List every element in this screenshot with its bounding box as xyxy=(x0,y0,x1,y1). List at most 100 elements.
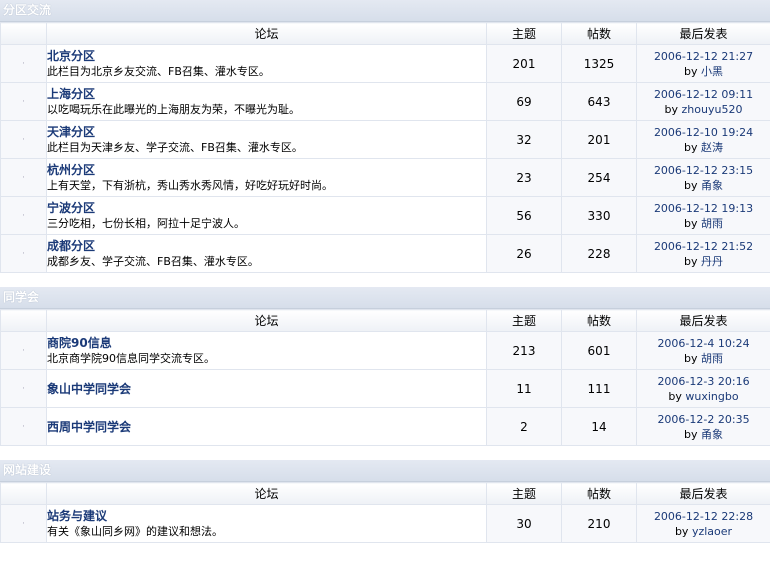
forum-description: 三分吃相，七份长相，阿拉十足宁波人。 xyxy=(47,217,245,230)
author-link[interactable]: yzlaoer xyxy=(692,525,732,538)
forum-status-icon: · xyxy=(0,82,47,121)
post-count: 228 xyxy=(561,234,637,273)
last-post-cell: 2006-12-12 09:11 by zhouyu520 xyxy=(636,82,770,121)
header-posts: 帖数 xyxy=(561,309,637,332)
forum-description: 上有天堂，下有浙杭，秀山秀水秀风情，好吃好玩好时尚。 xyxy=(47,179,333,192)
forum-name-link[interactable]: 站务与建议 xyxy=(47,508,486,524)
author-link[interactable]: 胡雨 xyxy=(701,217,723,230)
author-link[interactable]: 胡雨 xyxy=(701,352,723,365)
forum-row: · 天津分区 此栏目为天津乡友、学子交流、FB召集、灌水专区。 32 201 2006-1… xyxy=(0,120,770,159)
forum-section: 网站建设论坛 主题 帖数 最后发表 · 站务与建议 有关《象山同乡网》的建议和想法。 30 21… xyxy=(0,460,770,543)
forum-cell: 成都分区 成都乡友、学子交流、FB召集、灌水专区。 xyxy=(46,234,487,273)
forum-row: · 西周中学同学会 2 14 2006-12-2 20:35 by 甬象 xyxy=(0,407,770,446)
header-posts: 帖数 xyxy=(561,482,637,505)
section-title[interactable]: 同学会 xyxy=(3,290,39,304)
forum-cell: 上海分区 以吃喝玩乐在此曝光的上海朋友为荣，不曝光为耻。 xyxy=(46,82,487,121)
table-header-row: 论坛 主题 帖数 最后发表 xyxy=(0,482,770,505)
last-post-author: by 胡雨 xyxy=(637,351,770,366)
forum-table: 论坛 主题 帖数 最后发表 · 站务与建议 有关《象山同乡网》的建议和想法。 30 210 200… xyxy=(0,482,770,543)
last-post-cell: 2006-12-12 22:28 by yzlaoer xyxy=(636,504,770,543)
forum-row: · 宁波分区 三分吃相，七份长相，阿拉十足宁波人。 56 330 2006-12-12 1… xyxy=(0,196,770,235)
section-title[interactable]: 网站建设 xyxy=(3,463,51,477)
header-forum: 论坛 xyxy=(46,482,487,505)
last-post-date-link[interactable]: 2006-12-12 19:13 xyxy=(637,201,770,216)
forum-name-link[interactable]: 杭州分区 xyxy=(47,162,486,178)
forum-description: 以吃喝玩乐在此曝光的上海朋友为荣，不曝光为耻。 xyxy=(47,103,300,116)
section-title-bar[interactable]: 同学会 xyxy=(0,287,770,309)
last-post-date-link[interactable]: 2006-12-12 21:52 xyxy=(637,239,770,254)
last-post-date-link[interactable]: 2006-12-12 21:27 xyxy=(637,49,770,64)
author-link[interactable]: 小黑 xyxy=(701,65,723,78)
forum-description: 北京商学院90信息同学交流专区。 xyxy=(47,352,215,365)
last-post-author: by 胡雨 xyxy=(637,216,770,231)
header-icon-cell xyxy=(0,22,47,45)
forum-status-icon: · xyxy=(0,234,47,273)
last-post-author: by 甬象 xyxy=(637,178,770,193)
header-last-post: 最后发表 xyxy=(636,482,770,505)
section-title-bar[interactable]: 分区交流 xyxy=(0,0,770,22)
last-post-date-link[interactable]: 2006-12-12 09:11 xyxy=(637,87,770,102)
table-header-row: 论坛 主题 帖数 最后发表 xyxy=(0,22,770,45)
author-link[interactable]: 赵涛 xyxy=(701,141,723,154)
forum-name-link[interactable]: 宁波分区 xyxy=(47,200,486,216)
topic-count: 213 xyxy=(486,331,562,370)
section-title-bar[interactable]: 网站建设 xyxy=(0,460,770,482)
header-posts: 帖数 xyxy=(561,22,637,45)
forum-cell: 北京分区 此栏目为北京乡友交流、FB召集、灌水专区。 xyxy=(46,44,487,83)
forum-cell: 天津分区 此栏目为天津乡友、学子交流、FB召集、灌水专区。 xyxy=(46,120,487,159)
last-post-author: by zhouyu520 xyxy=(637,102,770,117)
by-prefix: by xyxy=(684,254,701,268)
post-count: 643 xyxy=(561,82,637,121)
by-prefix: by xyxy=(684,64,701,78)
forum-name-link[interactable]: 成都分区 xyxy=(47,238,486,254)
forum-name-link[interactable]: 上海分区 xyxy=(47,86,486,102)
forum-name-link[interactable]: 商院90信息 xyxy=(47,335,486,351)
forum-name-link[interactable]: 天津分区 xyxy=(47,124,486,140)
forum-name-link[interactable]: 西周中学同学会 xyxy=(47,419,486,435)
last-post-cell: 2006-12-12 19:13 by 胡雨 xyxy=(636,196,770,235)
author-link[interactable]: 甬象 xyxy=(701,179,723,192)
topic-count: 69 xyxy=(486,82,562,121)
author-link[interactable]: zhouyu520 xyxy=(682,103,743,116)
section-title[interactable]: 分区交流 xyxy=(3,3,51,17)
forum-status-icon: · xyxy=(0,158,47,197)
header-last-post: 最后发表 xyxy=(636,309,770,332)
forum-status-icon: · xyxy=(0,504,47,543)
forum-section: 分区交流 论坛 主题 帖数 最后发表 · 北京分区 此栏目为北京乡友交流、FB召集、灌水专区。… xyxy=(0,0,770,273)
last-post-date-link[interactable]: 2006-12-12 22:28 xyxy=(637,509,770,524)
last-post-date-link[interactable]: 2006-12-3 20:16 xyxy=(637,374,770,389)
author-link[interactable]: 丹丹 xyxy=(701,255,723,268)
last-post-author: by 丹丹 xyxy=(637,254,770,269)
last-post-cell: 2006-12-3 20:16 by wuxingbo xyxy=(636,369,770,408)
forum-row: · 象山中学同学会 11 111 2006-12-3 20:16 by wuxingbo xyxy=(0,369,770,408)
header-icon-cell xyxy=(0,482,47,505)
last-post-cell: 2006-12-2 20:35 by 甬象 xyxy=(636,407,770,446)
forum-row: · 成都分区 成都乡友、学子交流、FB召集、灌水专区。 26 228 2006-12-12… xyxy=(0,234,770,273)
topic-count: 201 xyxy=(486,44,562,83)
table-header-row: 论坛 主题 帖数 最后发表 xyxy=(0,309,770,332)
forum-index: 分区交流 论坛 主题 帖数 最后发表 · 北京分区 此栏目为北京乡友交流、FB召集、灌水专区。… xyxy=(0,0,770,543)
forum-row: · 站务与建议 有关《象山同乡网》的建议和想法。 30 210 2006-12-12 22… xyxy=(0,504,770,543)
topic-count: 2 xyxy=(486,407,562,446)
author-link[interactable]: 甬象 xyxy=(701,428,723,441)
last-post-author: by 甬象 xyxy=(637,427,770,442)
post-count: 14 xyxy=(561,407,637,446)
forum-table: 论坛 主题 帖数 最后发表 · 北京分区 此栏目为北京乡友交流、FB召集、灌水专区。 201 1… xyxy=(0,22,770,273)
last-post-date-link[interactable]: 2006-12-10 19:24 xyxy=(637,125,770,140)
forum-description: 有关《象山同乡网》的建议和想法。 xyxy=(47,525,223,538)
post-count: 601 xyxy=(561,331,637,370)
post-count: 330 xyxy=(561,196,637,235)
forum-row: · 商院90信息 北京商学院90信息同学交流专区。 213 601 2006-12-4 1… xyxy=(0,331,770,370)
last-post-date-link[interactable]: 2006-12-12 23:15 xyxy=(637,163,770,178)
last-post-date-link[interactable]: 2006-12-4 10:24 xyxy=(637,336,770,351)
post-count: 210 xyxy=(561,504,637,543)
last-post-cell: 2006-12-10 19:24 by 赵涛 xyxy=(636,120,770,159)
last-post-date-link[interactable]: 2006-12-2 20:35 xyxy=(637,412,770,427)
forum-status-icon: · xyxy=(0,44,47,83)
forum-name-link[interactable]: 北京分区 xyxy=(47,48,486,64)
by-prefix: by xyxy=(684,140,701,154)
author-link[interactable]: wuxingbo xyxy=(685,390,738,403)
last-post-cell: 2006-12-12 21:27 by 小黑 xyxy=(636,44,770,83)
forum-name-link[interactable]: 象山中学同学会 xyxy=(47,381,486,397)
by-prefix: by xyxy=(668,389,686,403)
